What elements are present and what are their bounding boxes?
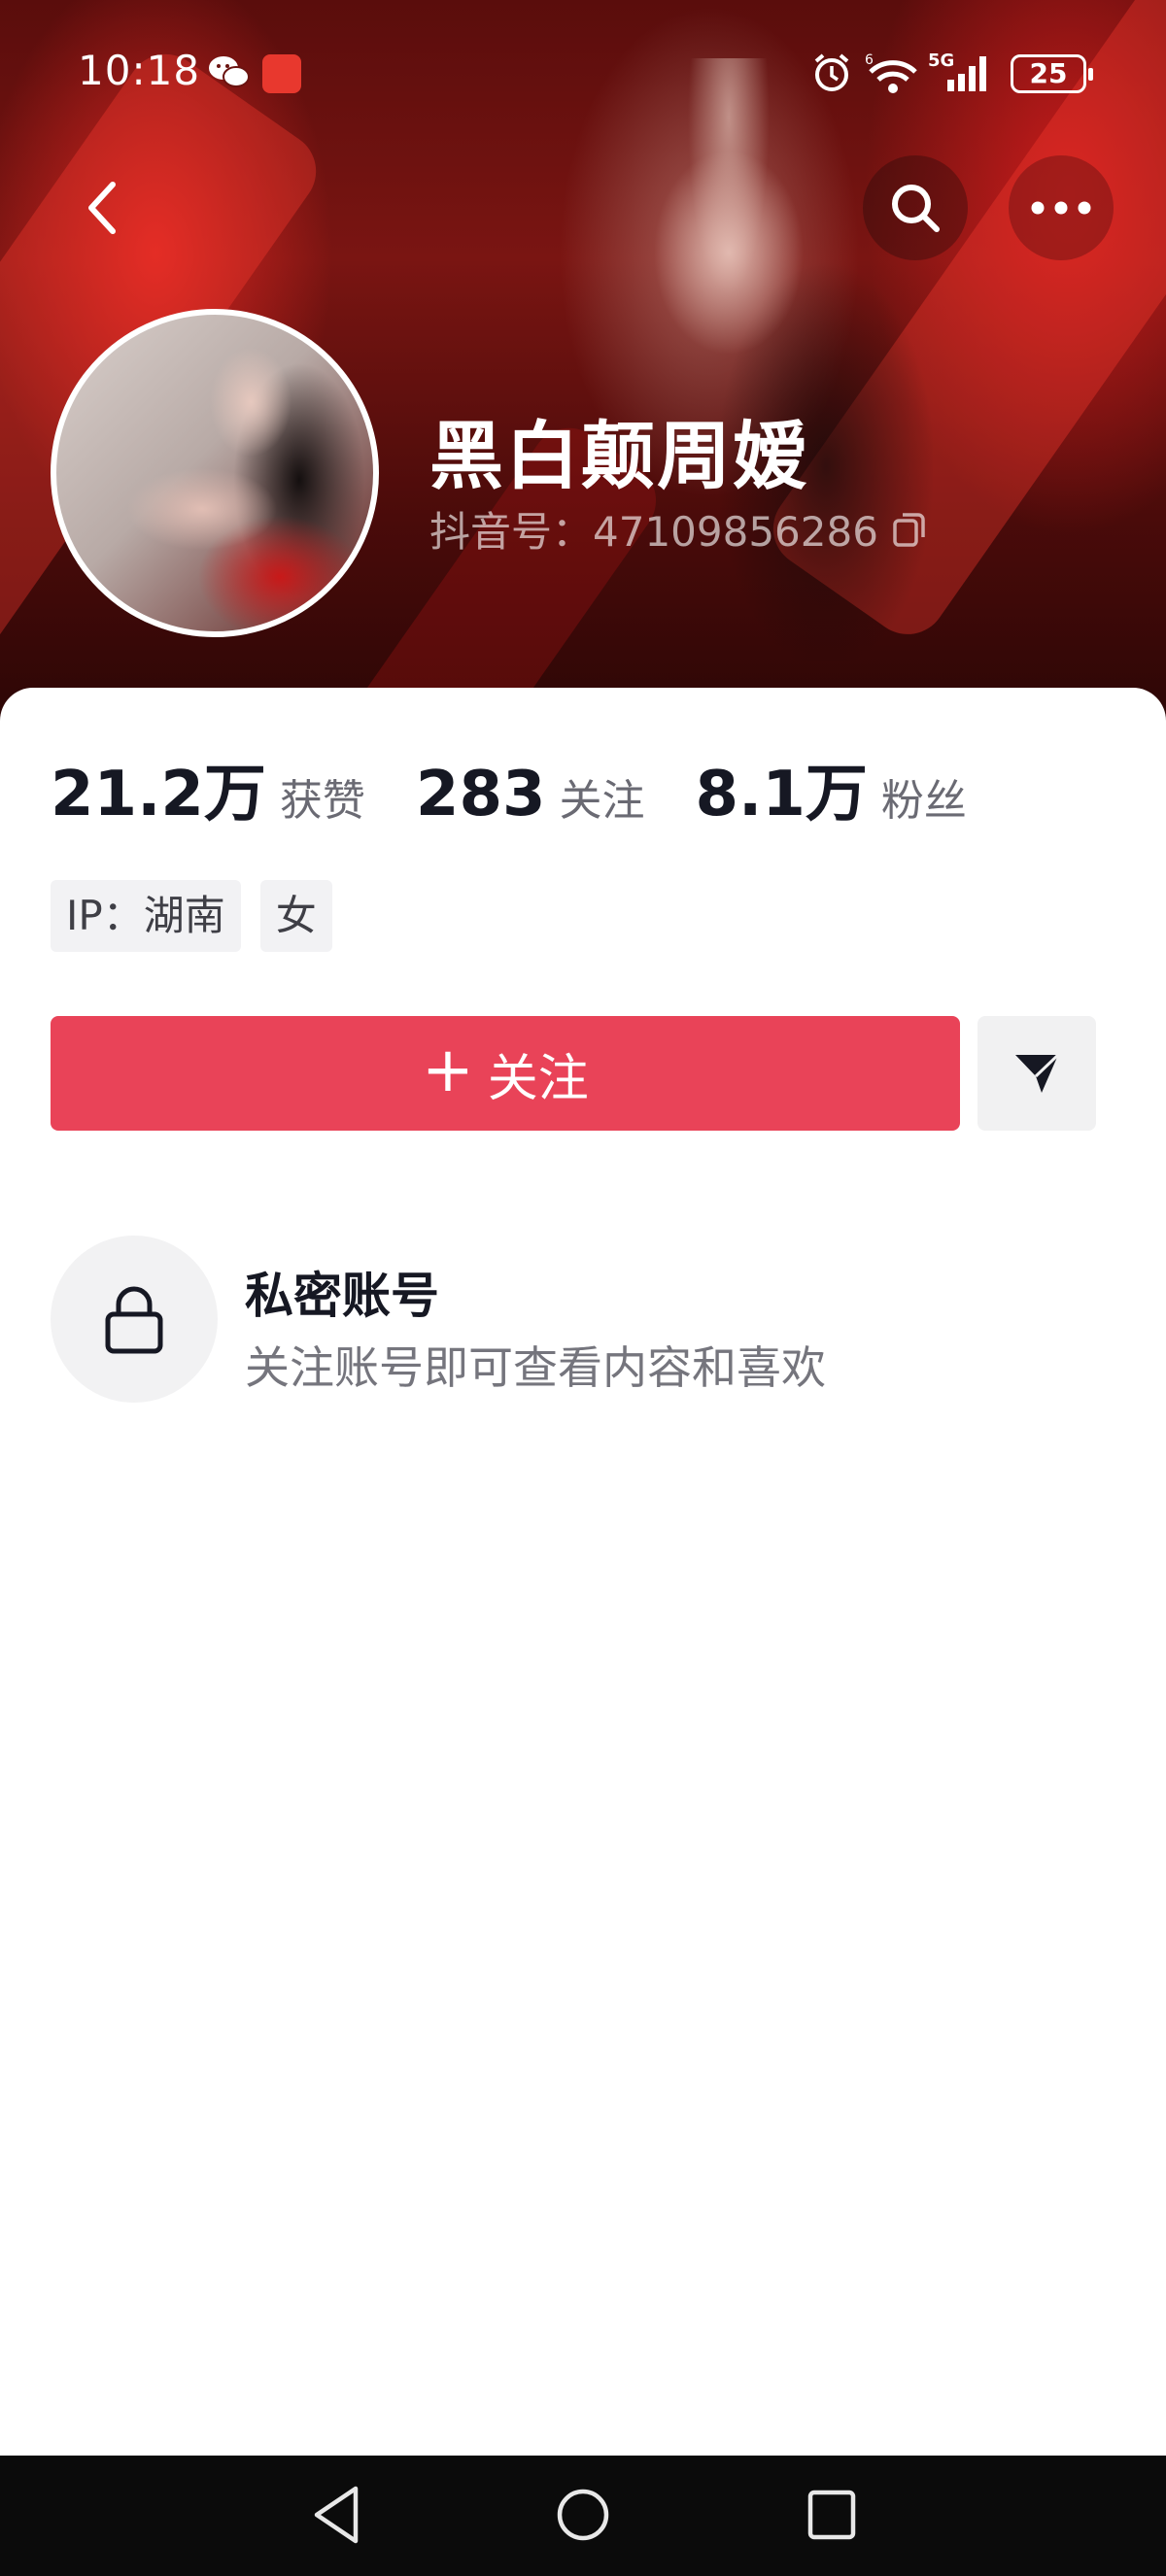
status-time: 10:18: [78, 47, 201, 94]
wifi-icon: 6: [865, 51, 921, 99]
profile-stats: 21.2万 获赞 283 关注 8.1万 粉丝: [51, 744, 1017, 833]
stat-label: 获赞: [279, 776, 365, 826]
more-button[interactable]: [1009, 155, 1114, 260]
stat-likes[interactable]: 21.2万 获赞: [51, 744, 365, 833]
stat-value: 8.1万: [695, 759, 868, 830]
svg-text:5G: 5G: [928, 51, 954, 71]
stat-following[interactable]: 283 关注: [416, 759, 645, 830]
share-button[interactable]: [977, 1016, 1096, 1131]
search-icon: [892, 185, 940, 232]
stat-followers[interactable]: 8.1万 粉丝: [696, 744, 967, 833]
private-account-notice: 私密账号 关注账号即可查看内容和喜欢: [51, 1236, 1022, 1403]
signal-icon: 5G: [928, 51, 996, 99]
nav-home-icon[interactable]: [554, 2483, 612, 2551]
back-button[interactable]: [51, 155, 155, 260]
search-button[interactable]: [863, 155, 968, 260]
douyin-id[interactable]: 抖音号：47109856286: [429, 499, 927, 559]
status-bar: 10:18 6 5G 25: [0, 39, 1166, 107]
profile-sheet: 21.2万 获赞 283 关注 8.1万 粉丝 IP：湖南 女 + 关注 私密账…: [0, 688, 1166, 2456]
wechat-icon: [207, 52, 250, 95]
battery-indicator: 25: [1011, 54, 1093, 93]
lock-icon: [105, 1286, 163, 1354]
more-icon: [1031, 201, 1091, 215]
stat-value: 283: [415, 759, 546, 830]
profile-name: 黑白颠周嫒: [429, 413, 808, 499]
app-notification-icon: [262, 54, 301, 93]
plus-icon: +: [422, 1034, 474, 1106]
share-icon: [1015, 1053, 1060, 1093]
system-nav-bar: [0, 2456, 1166, 2576]
lock-badge: [51, 1236, 218, 1403]
private-account-title: 私密账号: [245, 1268, 439, 1324]
alarm-icon: [811, 52, 852, 97]
follow-label: 关注: [487, 1049, 589, 1108]
back-icon: [88, 182, 116, 234]
svg-text:6: 6: [865, 52, 874, 68]
tag-gender: 女: [259, 880, 332, 952]
profile-tags: IP：湖南 女: [51, 880, 332, 952]
douyin-id-text: 抖音号：47109856286: [429, 508, 878, 556]
stat-label: 关注: [559, 776, 645, 826]
nav-back-icon[interactable]: [309, 2483, 367, 2551]
stat-label: 粉丝: [880, 776, 967, 826]
private-account-description: 关注账号即可查看内容和喜欢: [245, 1341, 826, 1394]
follow-button[interactable]: + 关注: [51, 1016, 960, 1131]
copy-icon[interactable]: [892, 511, 927, 548]
tag-ip-location: IP：湖南: [51, 880, 241, 952]
nav-recent-apps-icon[interactable]: [803, 2483, 861, 2551]
stat-value: 21.2万: [51, 759, 266, 830]
avatar[interactable]: [51, 309, 379, 637]
